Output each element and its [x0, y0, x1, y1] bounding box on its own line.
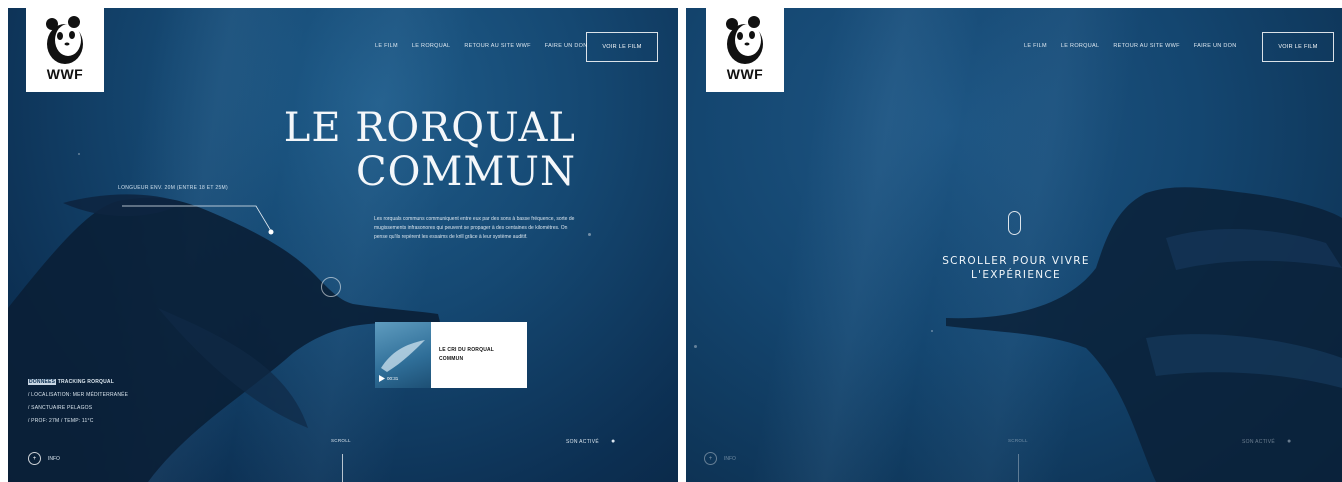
nav-item-rorqual[interactable]: LE RORQUAL — [412, 43, 450, 49]
plus-icon: + — [704, 452, 717, 465]
sound-toggle[interactable]: SON ACTIVÉ ● — [566, 438, 616, 445]
right-screen: WWF LE FILM LE RORQUAL RETOUR AU SITE WW… — [686, 8, 1342, 482]
whale-call-card[interactable]: 00:31 LE CRI DU RORQUAL COMMUN — [375, 322, 527, 388]
nav-item-wwf-site[interactable]: RETOUR AU SITE WWF — [464, 43, 530, 49]
left-screen: WWF LE FILM LE RORQUAL RETOUR AU SITE WW… — [8, 8, 678, 482]
scroll-label: SCROLL — [331, 438, 351, 443]
card-duration: 00:31 — [387, 376, 399, 381]
data-item: / SANCTUAIRE PELAGOS — [28, 405, 93, 411]
watch-film-button[interactable]: VOIR LE FILM — [1262, 32, 1334, 62]
sound-toggle[interactable]: SON ACTIVÉ ● — [1242, 438, 1292, 445]
data-tag: DONNÉES — [28, 379, 57, 385]
title-line-1: LE RORQUAL — [283, 105, 576, 151]
panda-icon — [46, 16, 83, 64]
hotspot-marker[interactable] — [321, 277, 341, 297]
sound-label: SON ACTIVÉ — [566, 438, 600, 445]
info-button[interactable]: + INFO — [28, 452, 60, 465]
whale-closeup-illustration — [946, 187, 1342, 482]
scroll-line — [342, 454, 343, 482]
nav-item-rorqual[interactable]: LE RORQUAL — [1061, 43, 1099, 49]
scroll-instruction: SCROLLER POUR VIVRE L'EXPÉRIENCE — [896, 254, 1136, 282]
particle — [931, 330, 933, 332]
data-item: / LOCALISATION: MER MÉDITERRANÉE — [28, 392, 129, 398]
data-item: / PROF: 27M / TEMP: 11°C — [28, 418, 94, 424]
card-thumbnail: 00:31 — [375, 322, 431, 388]
logo-text: WWF — [46, 66, 84, 82]
wwf-logo[interactable]: WWF — [26, 8, 104, 92]
play-icon — [379, 375, 385, 382]
particle — [78, 153, 80, 155]
logo-text: WWF — [726, 66, 764, 82]
message-line-1: SCROLLER POUR VIVRE — [942, 255, 1090, 267]
page-title: LE RORQUAL COMMUN — [258, 106, 576, 194]
plus-icon: + — [28, 452, 41, 465]
mouse-scroll-icon — [1008, 211, 1021, 235]
top-nav: LE FILM LE RORQUAL RETOUR AU SITE WWF FA… — [1024, 43, 1237, 49]
length-label: LONGUEUR ENV. 20M (ENTRE 18 ET 25M) — [118, 185, 228, 191]
top-nav: LE FILM LE RORQUAL RETOUR AU SITE WWF FA… — [375, 43, 588, 49]
info-button[interactable]: + INFO — [704, 452, 736, 465]
card-title: LE CRI DU RORQUAL COMMUN — [439, 347, 494, 362]
particle — [588, 233, 591, 236]
message-line-2: L'EXPÉRIENCE — [971, 269, 1061, 281]
sound-label: SON ACTIVÉ — [1242, 438, 1276, 445]
panda-icon — [726, 16, 763, 64]
sound-indicator-icon: ● — [1287, 438, 1292, 445]
info-label: INFO — [724, 455, 736, 462]
data-first: TRACKING RORQUAL — [57, 379, 114, 385]
nav-item-donate[interactable]: FAIRE UN DON — [545, 43, 588, 49]
nav-item-film[interactable]: LE FILM — [1024, 43, 1047, 49]
description-text: Les rorquals communs communiquent entre … — [374, 216, 575, 240]
tracking-data: DONNÉES TRACKING RORQUAL / LOCALISATION:… — [28, 376, 128, 428]
nav-item-donate[interactable]: FAIRE UN DON — [1194, 43, 1237, 49]
sound-indicator-icon: ● — [611, 438, 616, 445]
tracking-header: DONNÉES TRACKING RORQUAL — [28, 376, 128, 389]
info-label: INFO — [48, 455, 60, 462]
scroll-label: SCROLL — [1008, 438, 1028, 443]
wwf-logo[interactable]: WWF — [706, 8, 784, 92]
particle — [694, 345, 697, 348]
nav-item-film[interactable]: LE FILM — [375, 43, 398, 49]
nav-item-wwf-site[interactable]: RETOUR AU SITE WWF — [1113, 43, 1179, 49]
watch-film-button[interactable]: VOIR LE FILM — [586, 32, 658, 62]
scroll-line — [1018, 454, 1019, 482]
title-line-2: COMMUN — [355, 149, 576, 195]
